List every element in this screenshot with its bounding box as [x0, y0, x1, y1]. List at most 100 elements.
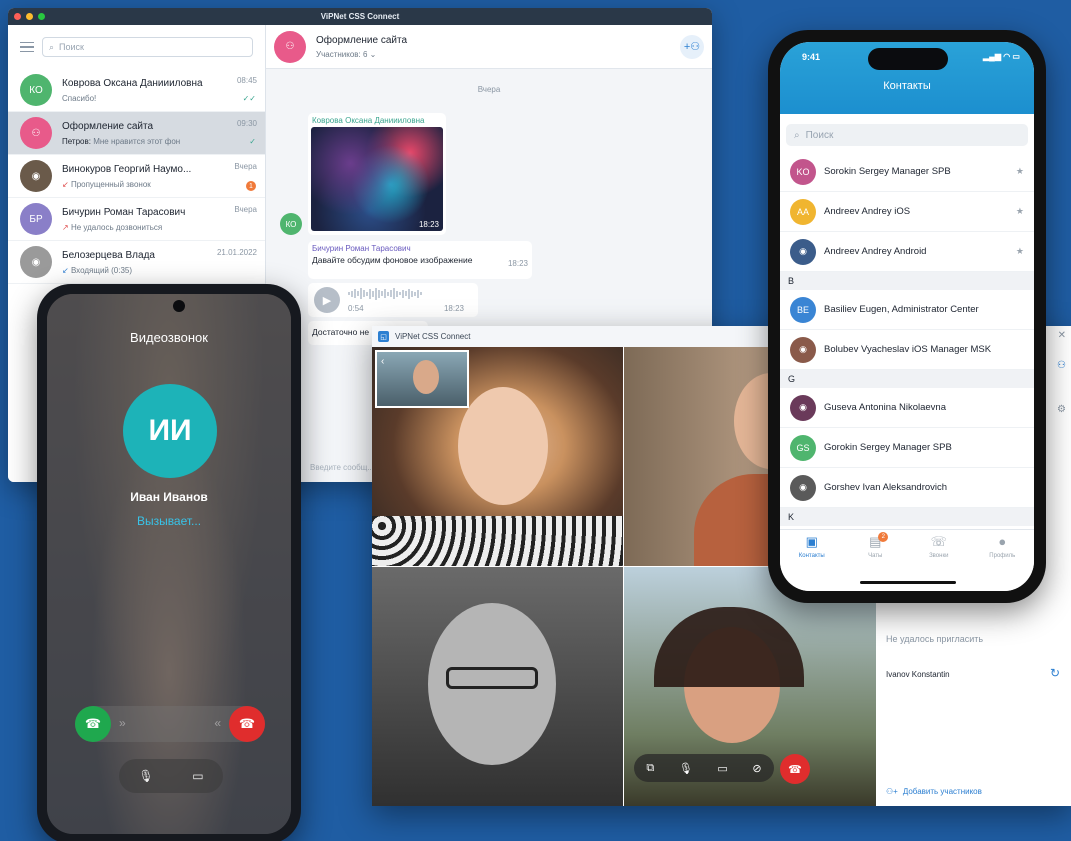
participants-dropdown[interactable]: Участников: 6 ⌄ [316, 50, 407, 59]
search-placeholder: Поиск [59, 42, 84, 52]
chat-list-item[interactable]: ◉ Белозерцева Влада ↙ Входящий (0:35) 21… [8, 241, 265, 284]
contacts-header: 9:41 ▂▄▆ ◠ ▭ Контакты [780, 42, 1034, 114]
dynamic-island [868, 48, 948, 70]
chevron-down-icon: ⌄ [369, 49, 377, 59]
close-icon[interactable]: ✕ [1058, 330, 1066, 341]
section-letter: G [780, 370, 1034, 388]
waveform [348, 287, 464, 300]
camera-off-icon[interactable]: ▭ [192, 769, 203, 783]
chat-preview: Не удалось дозвониться [70, 222, 163, 232]
chevron-left-icon[interactable]: ‹ [381, 356, 384, 367]
contact-name: Andreev Andrey Android [824, 246, 927, 257]
outgoing-call-icon: ↗ [62, 222, 69, 232]
minimize-window-button[interactable] [26, 13, 33, 20]
gear-icon[interactable]: ⚙ [1057, 404, 1066, 415]
contacts-search-input[interactable]: ⌕ Поиск [786, 124, 1028, 146]
participant-face [458, 387, 548, 505]
mic-off-icon[interactable]: 🎙 [679, 762, 693, 775]
chat-list-item-active[interactable]: ⚇ Оформление сайта Петров: Мне нравится … [8, 112, 265, 155]
contact-row[interactable]: KO Sorokin Sergey Manager SPB ★ [780, 152, 1034, 192]
screen-share-icon[interactable]: ⧉ [646, 762, 654, 775]
star-icon[interactable]: ★ [1016, 246, 1024, 257]
window-controls [14, 13, 45, 20]
conversation-title: Оформление сайта [316, 34, 408, 46]
voice-message[interactable]: ▶ 0:54 18:23 [308, 283, 478, 317]
chat-name: Оформление сайта [62, 120, 154, 132]
add-participants-button[interactable]: ⚇+ Добавить участников [886, 787, 982, 796]
app-logo-icon: ◱ [378, 331, 389, 342]
chat-name: Коврова Оксана Даниииловна [62, 77, 203, 89]
message-time: 18:23 [418, 220, 439, 229]
menu-icon[interactable] [20, 41, 34, 53]
avatar: ◉ [790, 336, 816, 363]
tab-profile[interactable]: ● Профиль [977, 534, 1027, 591]
read-status-icon: ✓✓ [242, 94, 256, 103]
accept-call-button[interactable]: ☎ [75, 706, 111, 742]
chat-time: 21.01.2022 [216, 248, 257, 257]
chat-preview: Спасибо! [62, 93, 97, 103]
participant-clothing [372, 516, 623, 566]
message-input[interactable]: Введите сообщ... [310, 463, 374, 472]
star-icon[interactable]: ★ [1016, 166, 1024, 177]
image-message[interactable]: Коврова Оксана Даниииловна 18:23 [308, 113, 446, 235]
incoming-call-icon: ↙ [62, 265, 69, 275]
chevron-left-icon: « [214, 716, 221, 730]
search-icon: ⌕ [794, 129, 800, 141]
call-controls: ⧉ 🎙 ▭ ⊘ [634, 754, 774, 782]
status-time: 9:41 [802, 52, 821, 62]
voice-duration: 0:54 [348, 303, 364, 313]
avatar: ◉ [790, 474, 816, 501]
add-member-button[interactable]: +⚇ [680, 34, 704, 59]
end-call-button[interactable]: ☎ [780, 754, 810, 784]
chat-list-item[interactable]: КО Коврова Оксана Даниииловна Спасибо! 0… [8, 69, 265, 112]
contact-row[interactable]: ◉ Gorshev Ivan Aleksandrovich [780, 468, 1034, 508]
decline-call-button[interactable]: ☎ [229, 706, 265, 742]
dim-overlay [47, 294, 291, 834]
avatar: BE [790, 296, 816, 323]
panel-side-icons: ✕ ⚇ ⚙ [1048, 326, 1071, 436]
camera-off-icon[interactable]: ▭ [717, 762, 727, 775]
participants-icon[interactable]: ⚇ [1057, 360, 1066, 371]
participant-name: Ivanov Konstantin [886, 670, 950, 679]
answer-slider[interactable]: ☎ » « ☎ [75, 706, 265, 742]
contact-row[interactable]: GS Gorokin Sergey Manager SPB [780, 428, 1034, 468]
contact-name: Gorokin Sergey Manager SPB [824, 442, 952, 453]
contact-row[interactable]: ◉ Bolubev Vyacheslav iOS Manager MSK [780, 330, 1034, 370]
avatar: GS [790, 434, 816, 461]
self-view-pip[interactable]: ‹ [375, 350, 469, 408]
unread-badge: 2 [878, 532, 889, 542]
unread-badge: 1 [246, 181, 256, 191]
conversation-header: ⚇ Оформление сайта Участников: 6 ⌄ +⚇ [266, 25, 712, 69]
text-message[interactable]: Бичурин Роман Тарасович Давайте обсудим … [308, 241, 532, 279]
hide-icon[interactable]: ⊘ [752, 762, 761, 775]
contact-name: Sorokin Sergey Manager SPB [824, 166, 951, 177]
contacts-title: Контакты [883, 80, 931, 92]
maximize-window-button[interactable] [38, 13, 45, 20]
message-image[interactable]: 18:23 [311, 127, 443, 231]
video-tile-participant-3[interactable] [372, 567, 623, 806]
message-author: Бичурин Роман Тарасович [312, 244, 411, 253]
contact-name: Guseva Antonina Nikolaevna [824, 402, 946, 413]
user-icon: ● [998, 534, 1007, 549]
phone-screen: Видеозвонок ИИ Иван Иванов Вызывает... ☎… [47, 294, 291, 834]
contact-name: Gorshev Ivan Aleksandrovich [824, 482, 948, 493]
star-icon[interactable]: ★ [1016, 206, 1024, 217]
read-status-icon: ✓ [249, 137, 256, 146]
chat-list-item[interactable]: БР Бичурин Роман Тарасович ↗ Не удалось … [8, 198, 265, 241]
play-icon[interactable]: ▶ [314, 287, 340, 313]
tab-contacts[interactable]: ▣ Контакты [787, 534, 837, 591]
close-window-button[interactable] [14, 13, 21, 20]
phone-icon: ☏ [930, 534, 947, 549]
call-status: Вызывает... [136, 514, 202, 528]
retry-icon[interactable]: ↻ [1050, 666, 1060, 680]
avatar: ◉ [790, 238, 816, 265]
contact-row[interactable]: ◉ Andreev Andrey Android ★ [780, 232, 1034, 272]
contact-row[interactable]: BE Basiliev Eugen, Administrator Center [780, 290, 1034, 330]
chat-list-item[interactable]: ◉ Винокуров Георгий Наумо... ↙ Пропущенн… [8, 155, 265, 198]
contact-row[interactable]: ◉ Guseva Antonina Nikolaevna [780, 388, 1034, 428]
mic-off-icon[interactable]: 🎙 [138, 769, 153, 783]
section-letter: B [780, 272, 1034, 290]
contact-row[interactable]: AA Andreev Andrey iOS ★ [780, 192, 1034, 232]
search-input[interactable]: ⌕ Поиск [42, 37, 253, 57]
glasses-icon [446, 667, 538, 689]
